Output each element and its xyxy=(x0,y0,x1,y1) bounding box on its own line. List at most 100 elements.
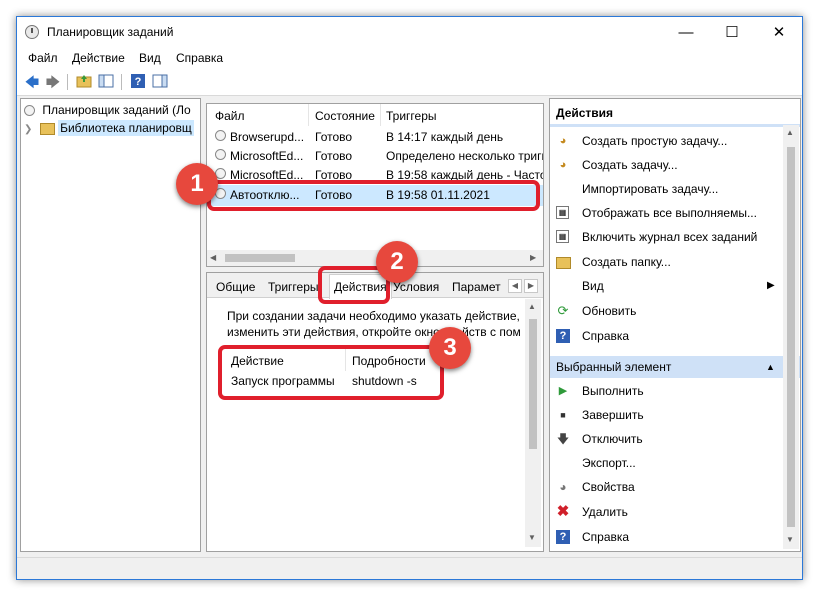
table-row[interactable]: MicrosoftEd... Готово Определено несколь… xyxy=(207,147,543,166)
create-task-icon: ◕ xyxy=(559,159,567,171)
action-create-basic-task[interactable]: ◕ Создать простую задачу... xyxy=(550,130,778,152)
action-view[interactable]: Вид ▶ xyxy=(550,275,778,297)
task-name: MicrosoftEd... xyxy=(230,149,304,163)
forward-arrow-icon[interactable]: 🡆 xyxy=(44,73,62,91)
scroll-down-icon[interactable]: ▼ xyxy=(528,533,536,542)
tab-parameters[interactable]: Парамет xyxy=(452,277,501,297)
show-hide-console-tree-icon[interactable] xyxy=(97,73,115,91)
column-triggers[interactable]: Триггеры xyxy=(386,109,437,123)
action-label: Отображать все выполняемы... xyxy=(582,206,757,220)
task-trigger: Определено несколько тригге xyxy=(386,149,544,163)
properties-icon: ◕ xyxy=(559,480,567,494)
column-separator xyxy=(308,104,309,126)
close-button[interactable]: ✕ xyxy=(756,17,802,48)
action-label: Справка xyxy=(582,329,630,343)
end-icon: ■ xyxy=(560,410,566,420)
step-badge-2: 2 xyxy=(376,241,418,283)
task-scheduler-window: Планировщик заданий — ☐ ✕ Файл Действие … xyxy=(16,16,803,580)
vertical-scrollbar[interactable]: ▲ ▼ xyxy=(783,125,799,549)
action-label: Импортировать задачу... xyxy=(582,182,719,196)
menu-action[interactable]: Действие xyxy=(72,51,125,65)
scroll-up-icon[interactable]: ▲ xyxy=(528,302,536,311)
tree-root-label: Планировщик заданий (Ло xyxy=(42,103,191,117)
delete-icon: ✖ xyxy=(556,503,570,520)
menu-file[interactable]: Файл xyxy=(28,51,58,65)
action-enable-history[interactable]: ▦ Включить журнал всех заданий xyxy=(550,226,778,248)
action-disable[interactable]: 🡇 Отключить xyxy=(550,428,778,450)
submenu-arrow-icon: ▶ xyxy=(767,280,775,291)
tab-triggers[interactable]: Триггеры xyxy=(268,277,319,297)
minimize-button[interactable]: — xyxy=(663,17,709,48)
status-bar xyxy=(17,557,802,579)
actions-description: При создании задачи необходимо указать д… xyxy=(227,309,521,323)
tree-library[interactable]: ❯ Библиотека планировщ xyxy=(24,120,194,136)
task-list-header: Файл Состояние Триггеры xyxy=(207,104,543,126)
vertical-scrollbar[interactable]: ▲ ▼ xyxy=(525,299,541,547)
window-title: Планировщик заданий xyxy=(47,25,174,39)
action-label: Справка xyxy=(582,530,630,544)
enable-history-icon: ▦ xyxy=(556,230,569,243)
selected-item-header[interactable]: Выбранный элемент ▲ xyxy=(550,356,800,378)
tab-general[interactable]: Общие xyxy=(216,277,255,297)
scroll-left-icon[interactable]: ◀ xyxy=(210,253,216,262)
scroll-down-icon[interactable]: ▼ xyxy=(786,535,794,544)
show-hide-action-pane-icon[interactable] xyxy=(151,73,169,91)
actions-pane: Действия ◕ Создать простую задачу... ◕ С… xyxy=(549,98,801,552)
action-label: Завершить xyxy=(582,408,644,422)
svg-text:?: ? xyxy=(135,76,142,88)
scroll-right-icon[interactable]: ▶ xyxy=(530,253,536,262)
tree-root[interactable]: Планировщик заданий (Ло xyxy=(24,103,191,117)
action-help-selected[interactable]: ? Справка xyxy=(550,526,778,548)
action-run[interactable]: ▶ Выполнить xyxy=(550,380,778,402)
actions-pane-title: Действия xyxy=(556,106,614,120)
help-icon: ? xyxy=(556,329,570,343)
menu-help[interactable]: Справка xyxy=(176,51,223,65)
column-file[interactable]: Файл xyxy=(215,109,245,123)
collapse-arrow-icon[interactable]: ▲ xyxy=(766,356,775,378)
action-end[interactable]: ■ Завершить xyxy=(550,404,778,426)
up-folder-icon[interactable] xyxy=(75,73,93,91)
action-export[interactable]: Экспорт... xyxy=(550,452,778,474)
task-detail-pane: Общие Триггеры Действия Условия Парамет … xyxy=(206,272,544,552)
title-bar: Планировщик заданий — ☐ ✕ xyxy=(17,17,802,48)
horizontal-scrollbar[interactable]: ◀ ▶ xyxy=(207,250,543,266)
disable-icon: 🡇 xyxy=(556,432,570,446)
scroll-up-icon[interactable]: ▲ xyxy=(786,128,794,137)
divider xyxy=(550,124,800,127)
action-label: Включить журнал всех заданий xyxy=(582,230,758,244)
table-row[interactable]: Browserupd... Готово В 14:17 каждый день xyxy=(207,128,543,147)
toolbar-separator xyxy=(121,74,122,90)
action-create-task[interactable]: ◕ Создать задачу... xyxy=(550,154,778,176)
action-label: Выполнить xyxy=(582,384,644,398)
task-trigger: В 14:17 каждый день xyxy=(386,130,504,144)
action-import-task[interactable]: Импортировать задачу... xyxy=(550,178,778,200)
column-state[interactable]: Состояние xyxy=(315,109,375,123)
action-new-folder[interactable]: Создать папку... xyxy=(550,251,778,273)
help-icon[interactable]: ? xyxy=(129,73,147,91)
tab-scroll-right-icon[interactable]: ▶ xyxy=(524,279,538,293)
action-refresh[interactable]: ⟳ Обновить xyxy=(550,300,778,322)
scroll-thumb[interactable] xyxy=(787,147,795,527)
action-display-running[interactable]: ▦ Отображать все выполняемы... xyxy=(550,202,778,224)
action-delete[interactable]: ✖ Удалить xyxy=(550,501,778,523)
scroll-thumb[interactable] xyxy=(529,319,537,449)
display-running-icon: ▦ xyxy=(556,206,569,219)
action-properties[interactable]: ◕ Свойства xyxy=(550,476,778,498)
maximize-button[interactable]: ☐ xyxy=(709,17,755,48)
column-separator xyxy=(380,104,381,126)
tab-scroll-left-icon[interactable]: ◀ xyxy=(508,279,522,293)
help-icon: ? xyxy=(556,530,570,544)
refresh-icon: ⟳ xyxy=(557,303,569,318)
back-arrow-icon[interactable]: 🡄 xyxy=(23,73,41,91)
action-label: Создать простую задачу... xyxy=(582,134,728,148)
selected-item-title: Выбранный элемент xyxy=(556,360,672,374)
task-name: Browserupd... xyxy=(230,130,305,144)
task-scheduler-clock-icon xyxy=(25,25,39,39)
menu-view[interactable]: Вид xyxy=(139,51,161,65)
task-state: Готово xyxy=(315,130,353,144)
tree-library-label: Библиотека планировщ xyxy=(58,120,194,136)
action-label: Вид xyxy=(582,279,604,293)
task-state: Готово xyxy=(315,149,353,163)
action-help[interactable]: ? Справка xyxy=(550,325,778,347)
scroll-thumb[interactable] xyxy=(225,254,295,262)
